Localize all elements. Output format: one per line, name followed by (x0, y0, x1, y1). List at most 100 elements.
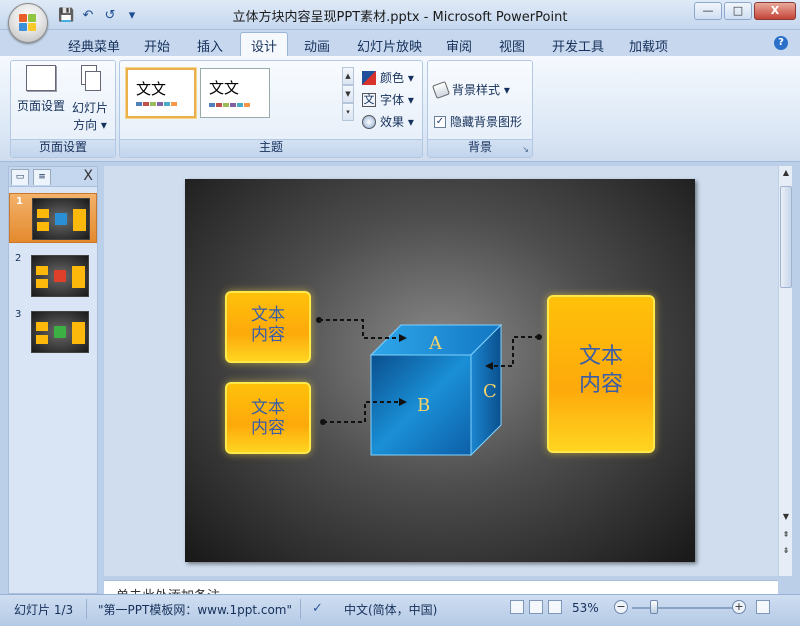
tab-animations[interactable]: 动画 (304, 36, 330, 55)
zoom-in-icon[interactable]: + (732, 600, 746, 614)
themes-group-label: 主题 (258, 140, 283, 154)
slideshow-view-icon[interactable] (548, 600, 562, 614)
checkbox-check-icon[interactable]: ✓ (434, 115, 446, 128)
page-setup-icon (26, 65, 56, 91)
notes-pane[interactable]: 单击此处添加备注 (104, 580, 778, 594)
slide-number: 3 (15, 309, 22, 320)
minimize-button[interactable]: — (694, 2, 722, 20)
theme-thumbnail-1[interactable]: 文文 (126, 68, 196, 118)
next-slide-icon[interactable]: ⇟ (779, 544, 793, 558)
connector-a-dot (316, 317, 322, 323)
page-setup-group-label: 页面设置 (38, 140, 87, 154)
tab-view[interactable]: 视图 (499, 36, 525, 55)
tab-slideshow[interactable]: 幻灯片放映 (357, 36, 422, 55)
pane-close-icon[interactable]: X (83, 168, 93, 184)
dialog-launcher-icon[interactable]: ↘ (522, 145, 529, 154)
paint-bucket-icon (432, 80, 450, 99)
cube-diagram: A B C (316, 317, 542, 457)
tab-classic-menu[interactable]: 经典菜单 (68, 36, 120, 55)
theme-colors-button[interactable]: 颜色 ▾ (362, 69, 414, 86)
main-area: ▭ ≡ X 1 2 3 文本 内容 文本 内容 文本 内容 A B C ▲ ▼ … (0, 162, 800, 594)
fit-to-window-icon[interactable] (756, 600, 770, 614)
tab-review[interactable]: 审阅 (446, 36, 472, 55)
maximize-button[interactable]: □ (724, 2, 752, 20)
notes-placeholder: 单击此处添加备注 (116, 585, 220, 594)
hide-background-checkbox[interactable]: ✓ 隐藏背景图形 (434, 113, 522, 130)
page-setup-label: 页面设置 (16, 99, 65, 113)
slide-number: 1 (16, 196, 23, 207)
theme-thumbnail-2[interactable]: 文文 (200, 68, 270, 118)
slide[interactable]: 文本 内容 文本 内容 文本 内容 A B C (185, 179, 695, 562)
zoom-slider-track[interactable] (632, 607, 736, 609)
page-setup-button[interactable]: 页面设置 (15, 65, 67, 114)
window-title: 立体方块内容呈现PPT素材.pptx - Microsoft PowerPoin… (232, 10, 568, 25)
slide-orientation-button[interactable]: 幻灯片 方向 ▾ (67, 65, 113, 133)
ribbon: 页面设置 幻灯片 方向 ▾ 页面设置 文文 文文 ▲ ▼ ▾ 颜色 ▾ 文 字体… (0, 56, 800, 162)
theme-1-text: 文文 (136, 80, 167, 98)
tab-home[interactable]: 开始 (144, 36, 170, 55)
language[interactable]: 中文(简体，中国) (344, 601, 437, 618)
window-controls: — □ X (694, 2, 796, 20)
help-icon[interactable]: ? (774, 36, 788, 50)
background-group-label: 背景 (467, 140, 492, 154)
colors-icon (362, 70, 376, 85)
ribbon-tabs: 经典菜单 开始 插入 设计 动画 幻灯片放映 审阅 视图 开发工具 加载项 ? (0, 30, 800, 58)
slides-pane: ▭ ≡ X 1 2 3 (8, 166, 98, 594)
theme-effects-button[interactable]: 效果 ▾ (362, 113, 414, 130)
scroll-down-icon[interactable]: ▼ (779, 510, 793, 524)
zoom-slider-knob[interactable] (650, 600, 658, 614)
orientation-label-1: 幻灯片 (71, 101, 108, 115)
tab-developer[interactable]: 开发工具 (552, 36, 604, 55)
office-logo-icon (19, 14, 37, 32)
slide-thumbnail[interactable]: 2 (9, 251, 97, 301)
colors-label: 颜色 ▾ (380, 71, 414, 85)
page-setup-group: 页面设置 幻灯片 方向 ▾ 页面设置 (10, 60, 116, 158)
background-styles-button[interactable]: 背景样式 ▾ (432, 80, 510, 99)
scrollbar-thumb[interactable] (780, 186, 792, 288)
cube-label-a: A (428, 333, 443, 354)
theme-gallery-scroll[interactable]: ▲ ▼ ▾ (342, 67, 354, 123)
hide-background-label: 隐藏背景图形 (450, 115, 523, 129)
cube-label-b: B (417, 395, 430, 416)
tab-insert[interactable]: 插入 (197, 36, 223, 55)
slides-tab[interactable]: ▭ (11, 169, 29, 185)
vertical-scrollbar[interactable]: ▲ ▼ ⇞ ⇟ (778, 166, 792, 576)
theme-fonts-button[interactable]: 文 字体 ▾ (362, 91, 414, 108)
spell-check-icon[interactable]: ✓ (312, 601, 323, 616)
effects-icon (362, 114, 376, 129)
slide-orientation-icon (77, 65, 103, 95)
themes-group: 文文 文文 ▲ ▼ ▾ 颜色 ▾ 文 字体 ▾ 效果 ▾ 主题 (119, 60, 423, 158)
cube-label-c: C (483, 381, 497, 402)
tab-design[interactable]: 设计 (240, 32, 289, 58)
tab-addins[interactable]: 加载项 (629, 36, 668, 55)
title-bar: 💾 ↶ ↺ ▾ 立体方块内容呈现PPT素材.pptx - Microsoft P… (0, 0, 800, 30)
normal-view-icon[interactable] (510, 600, 524, 614)
connector-b-dot (320, 419, 326, 425)
slide-canvas-area: 文本 内容 文本 内容 文本 内容 A B C (104, 166, 778, 576)
slide-thumbnail[interactable]: 3 (9, 307, 97, 357)
zoom-level[interactable]: 53% (572, 601, 599, 615)
theme-2-text: 文文 (209, 79, 240, 97)
orientation-label-2: 方向 ▾ (73, 118, 107, 132)
status-bar: 幻灯片 1/3 "第一PPT模板网：www.1ppt.com" ✓ 中文(简体，… (0, 594, 800, 626)
gallery-up-icon[interactable]: ▲ (342, 67, 354, 85)
gallery-more-icon[interactable]: ▾ (342, 103, 354, 121)
previous-slide-icon[interactable]: ⇞ (779, 528, 793, 542)
zoom-out-icon[interactable]: − (614, 600, 628, 614)
slide-position: 幻灯片 1/3 (14, 603, 74, 617)
fonts-icon: 文 (362, 92, 376, 107)
background-styles-label: 背景样式 ▾ (452, 83, 510, 97)
scroll-up-icon[interactable]: ▲ (779, 166, 793, 180)
close-button[interactable]: X (754, 2, 796, 20)
outline-tab[interactable]: ≡ (33, 169, 51, 185)
slide-sorter-icon[interactable] (529, 600, 543, 614)
fonts-label: 字体 ▾ (380, 93, 414, 107)
slide-number: 2 (15, 253, 22, 264)
connector-c-dot (536, 334, 542, 340)
gallery-down-icon[interactable]: ▼ (342, 85, 354, 103)
slide-thumbnail[interactable]: 1 (9, 193, 97, 243)
background-group: 背景样式 ▾ ✓ 隐藏背景图形 背景 ↘ (427, 60, 533, 158)
theme-name: "第一PPT模板网：www.1ppt.com" (98, 603, 293, 617)
effects-label: 效果 ▾ (380, 115, 414, 129)
office-button[interactable] (8, 3, 48, 43)
